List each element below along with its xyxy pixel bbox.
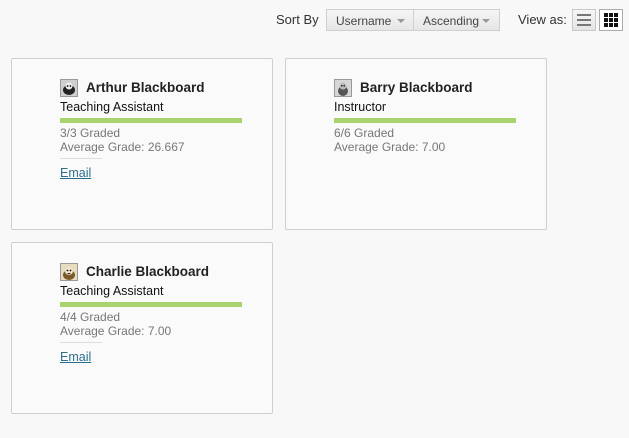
member-card-content: Arthur Blackboard Teaching Assistant 3/3… [60,79,245,182]
grading-progress-bar [334,118,516,123]
email-link[interactable]: Email [60,166,91,180]
list-view-button[interactable] [572,9,596,31]
toolbar: Sort By Username Ascending View as: [0,9,629,33]
member-role: Teaching Assistant [60,284,164,298]
average-grade: Average Grade: 7.00 [334,140,446,154]
graded-count: 3/3 Graded [60,126,121,140]
grid-icon [604,13,618,27]
member-card: Charlie Blackboard Teaching Assistant 4/… [11,242,273,414]
member-card: Arthur Blackboard Teaching Assistant 3/3… [11,58,273,230]
graded-count: 4/4 Graded [60,310,121,324]
member-card-content: Barry Blackboard Instructor 6/6 Graded A… [334,79,519,154]
divider [60,342,102,343]
email-link[interactable]: Email [60,350,91,364]
grid-view-button[interactable] [599,9,623,31]
member-role: Teaching Assistant [60,100,164,114]
grading-progress-bar [60,302,242,307]
avatar [60,79,78,97]
sort-field-value: Username [336,14,392,28]
graded-count: 6/6 Graded [334,126,395,140]
list-icon [577,14,591,26]
member-card-content: Charlie Blackboard Teaching Assistant 4/… [60,263,245,366]
chevron-down-icon [482,19,490,23]
member-card: Barry Blackboard Instructor 6/6 Graded A… [285,58,547,230]
average-grade: Average Grade: 7.00 [60,324,172,338]
avatar [60,263,78,281]
member-name: Arthur Blackboard [86,80,205,95]
divider [60,158,102,159]
chevron-down-icon [397,19,405,23]
sort-field-dropdown[interactable]: Username [326,9,414,31]
member-name: Barry Blackboard [360,80,473,95]
view-as-label: View as: [518,12,567,27]
member-role: Instructor [334,100,387,114]
avatar [334,79,352,97]
sort-by-label: Sort By [276,12,319,27]
sort-order-value: Ascending [423,14,480,28]
member-name: Charlie Blackboard [86,264,210,279]
grading-progress-bar [60,118,242,123]
sort-order-dropdown[interactable]: Ascending [413,9,500,31]
average-grade: Average Grade: 26.667 [60,140,185,154]
